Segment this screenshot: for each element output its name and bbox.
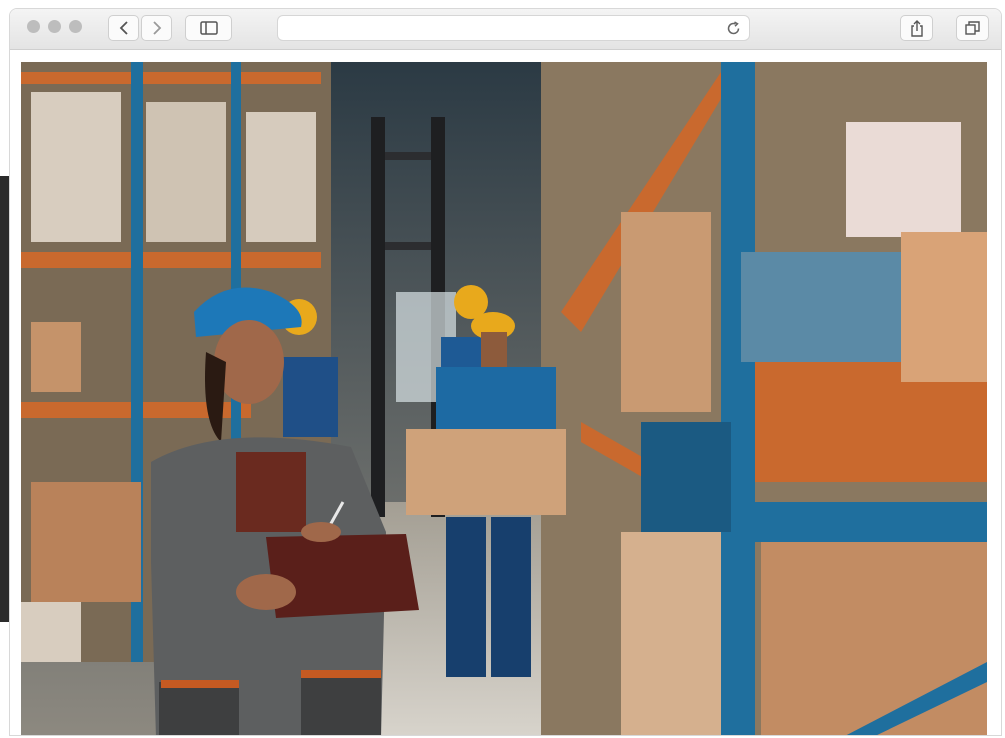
zoom-window-light[interactable] (69, 20, 82, 33)
background-edge-bar (0, 176, 9, 622)
minimize-window-light[interactable] (48, 20, 61, 33)
share-icon (910, 19, 923, 37)
warehouse-scene (21, 62, 987, 735)
browser-toolbar (10, 9, 1001, 50)
sidebar-icon (199, 21, 218, 35)
clipboard (266, 534, 419, 618)
warehouse-photo (21, 62, 987, 735)
tabs-icon (965, 21, 980, 35)
back-button[interactable] (108, 15, 139, 41)
close-window-light[interactable] (27, 20, 40, 33)
right-shelving (541, 62, 987, 735)
forward-arrow-icon (152, 21, 161, 35)
browser-window (9, 8, 1002, 736)
reload-icon[interactable] (726, 21, 741, 36)
sidebar-toggle-button[interactable] (185, 15, 232, 41)
cardboard-box (406, 429, 566, 515)
share-button[interactable] (900, 15, 933, 41)
back-arrow-icon (119, 21, 128, 35)
address-bar[interactable] (277, 15, 750, 41)
show-tabs-button[interactable] (956, 15, 989, 41)
forward-button[interactable] (141, 15, 172, 41)
